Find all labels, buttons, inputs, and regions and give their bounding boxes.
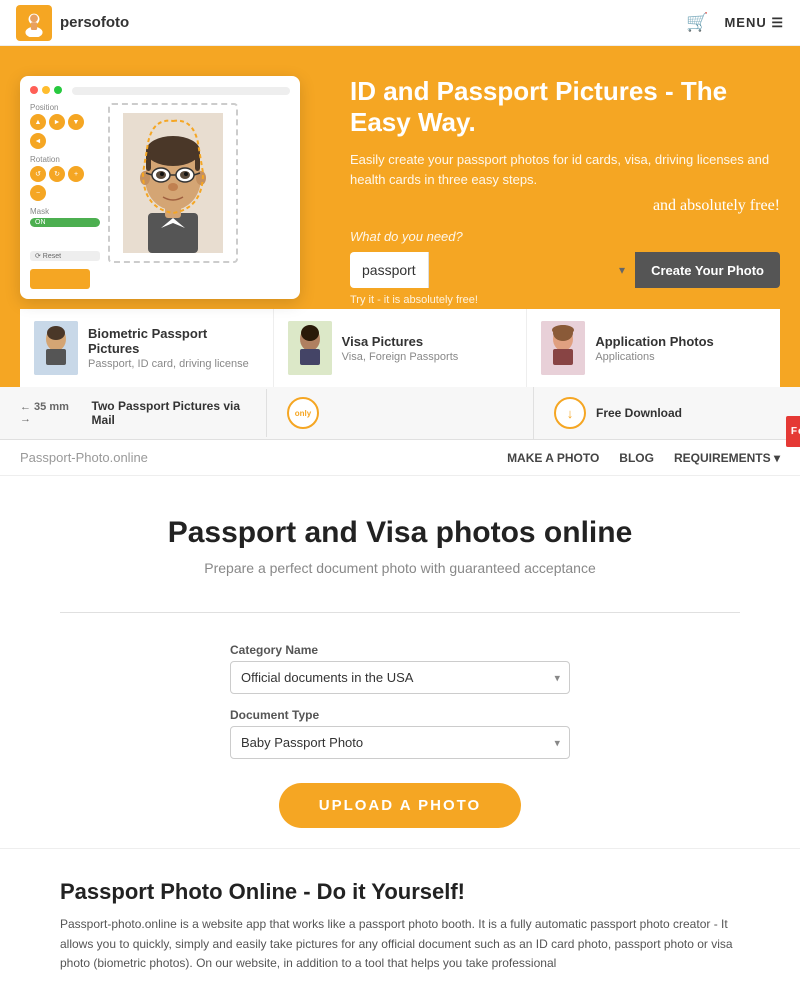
ctrl-left[interactable]: ◄ — [30, 133, 46, 149]
mockup-sidebar: Position ▲ ► ▼ ◄ Rotation ↺ ↻ + − — [30, 103, 100, 289]
category-select-wrap: Official documents in the USA European d… — [230, 661, 570, 694]
biometric-subtitle: Passport, ID card, driving license — [88, 358, 259, 370]
minimize-dot — [42, 86, 50, 94]
main-content: Passport and Visa photos online Prepare … — [0, 476, 800, 848]
hero-title: ID and Passport Pictures - The Easy Way. — [350, 76, 780, 138]
visa-subtitle: Visa, Foreign Passports — [342, 351, 459, 363]
hero-left: Position ▲ ► ▼ ◄ Rotation ↺ ↻ + − — [20, 66, 330, 306]
category-item-application[interactable]: Application Photos Applications — [527, 309, 780, 387]
passport-select-wrapper: passport visa ID card — [350, 252, 635, 288]
biometric-info: Biometric Passport Pictures Passport, ID… — [88, 326, 259, 370]
mockup-photo-box — [108, 103, 238, 263]
document-type-select[interactable]: Baby Passport Photo US Passport Photo — [230, 726, 570, 759]
category-select[interactable]: Official documents in the USA European d… — [230, 661, 570, 694]
step-item-3: ↓ Free Download — [534, 387, 800, 439]
photo-form: Category Name Official documents in the … — [230, 643, 570, 759]
footer-brand: Passport-Photo.online — [20, 450, 148, 465]
hero-try-text: Try it - it is absolutely free! — [350, 294, 780, 306]
position-controls: ▲ ► ▼ ◄ — [30, 114, 100, 149]
address-bar — [72, 87, 290, 95]
mockup-download-bar — [30, 269, 90, 289]
mockup-toolbar — [30, 86, 290, 95]
nav-make-photo[interactable]: MAKE A PHOTO — [507, 451, 599, 465]
logo-text: persofoto — [60, 14, 129, 31]
ctrl-cw[interactable]: ↻ — [49, 166, 65, 182]
diy-section: Passport Photo Online - Do it Yourself! … — [0, 848, 800, 993]
passport-select[interactable]: passport visa ID card — [350, 252, 429, 288]
step-3-text: Free Download — [596, 406, 682, 420]
category-label: Category Name — [230, 643, 570, 657]
footer-nav-links: MAKE A PHOTO BLOG REQUIREMENTS ▾ — [507, 451, 780, 465]
application-subtitle: Applications — [595, 351, 713, 363]
nav-requirements[interactable]: REQUIREMENTS ▾ — [674, 451, 780, 465]
hero-subtitle: Easily create your passport photos for i… — [350, 150, 780, 189]
biometric-title: Biometric Passport Pictures — [88, 326, 259, 356]
category-item-visa[interactable]: Visa Pictures Visa, Foreign Passports — [274, 309, 528, 387]
menu-button[interactable]: MENU ☰ — [724, 15, 784, 31]
cart-icon[interactable]: 🛒 — [686, 12, 708, 33]
mockup-photo-area — [108, 103, 290, 289]
app-mockup: Position ▲ ► ▼ ◄ Rotation ↺ ↻ + − — [20, 76, 300, 299]
footer-nav: Passport-Photo.online MAKE A PHOTO BLOG … — [0, 440, 800, 476]
step-3-strong: Free Download — [596, 406, 682, 420]
close-dot — [30, 86, 38, 94]
step-2-label: only — [295, 409, 311, 418]
logo-icon — [16, 5, 52, 41]
hero-section: Position ▲ ► ▼ ◄ Rotation ↺ ↻ + − — [0, 46, 800, 387]
rotation-label: Rotation — [30, 155, 100, 164]
step-dimension: ← 35 mm → — [20, 401, 76, 425]
ctrl-ccw[interactable]: ↺ — [30, 166, 46, 182]
ctrl-zoom-out[interactable]: − — [30, 185, 46, 201]
ctrl-down[interactable]: ▼ — [68, 114, 84, 130]
visa-info: Visa Pictures Visa, Foreign Passports — [342, 334, 459, 363]
content-divider — [60, 612, 740, 613]
category-bar: Biometric Passport Pictures Passport, ID… — [20, 306, 780, 387]
steps-bar: ← 35 mm → Two Passport Pictures via Mail… — [0, 387, 800, 440]
step-2-circle: only — [287, 397, 319, 429]
document-select-wrap: Baby Passport Photo US Passport Photo — [230, 726, 570, 759]
hero-right: ID and Passport Pictures - The Easy Way.… — [350, 66, 780, 306]
feedback-tab[interactable]: Feedback — [786, 416, 800, 447]
header: persofoto 🛒 MENU ☰ — [0, 0, 800, 46]
main-title: Passport and Visa photos online — [60, 516, 740, 550]
step-item-1: ← 35 mm → Two Passport Pictures via Mail — [0, 389, 267, 437]
application-thumb — [541, 321, 585, 375]
mask-label: Mask — [30, 207, 100, 216]
step-1-text: Two Passport Pictures via Mail — [92, 399, 246, 427]
create-photo-button[interactable]: Create Your Photo — [635, 252, 780, 288]
mask-toggle[interactable]: ON — [30, 218, 100, 227]
category-item-biometric[interactable]: Biometric Passport Pictures Passport, ID… — [20, 309, 274, 387]
mockup-body: Position ▲ ► ▼ ◄ Rotation ↺ ↻ + − — [30, 103, 290, 289]
reset-button[interactable]: ⟳ Reset — [30, 251, 100, 261]
position-label: Position — [30, 103, 100, 112]
ctrl-up[interactable]: ▲ — [30, 114, 46, 130]
document-type-label: Document Type — [230, 708, 570, 722]
diy-title: Passport Photo Online - Do it Yourself! — [60, 879, 740, 905]
nav-blog[interactable]: BLOG — [619, 451, 654, 465]
logo-area: persofoto — [16, 5, 129, 41]
maximize-dot — [54, 86, 62, 94]
diy-text: Passport-photo.online is a website app t… — [60, 915, 740, 973]
hero-form: passport visa ID card Create Your Photo — [350, 252, 780, 288]
ctrl-zoom-in[interactable]: + — [68, 166, 84, 182]
visa-thumb — [288, 321, 332, 375]
visa-title: Visa Pictures — [342, 334, 459, 349]
step-item-2: only — [267, 387, 534, 439]
step-3-label: ↓ — [567, 406, 574, 421]
hero-form-label: What do you need? — [350, 229, 780, 244]
rotation-controls: ↺ ↻ + − — [30, 166, 100, 201]
main-subtitle: Prepare a perfect document photo with gu… — [60, 560, 740, 576]
application-info: Application Photos Applications — [595, 334, 713, 363]
ctrl-right[interactable]: ► — [49, 114, 65, 130]
upload-photo-button[interactable]: UPLOAD A PHOTO — [279, 783, 521, 828]
biometric-thumb — [34, 321, 78, 375]
header-right: 🛒 MENU ☰ — [686, 12, 784, 33]
application-title: Application Photos — [595, 334, 713, 349]
step-1-strong: Two Passport Pictures via Mail — [92, 399, 246, 427]
step-3-circle: ↓ — [554, 397, 586, 429]
hero-free-text: and absolutely free! — [350, 197, 780, 215]
